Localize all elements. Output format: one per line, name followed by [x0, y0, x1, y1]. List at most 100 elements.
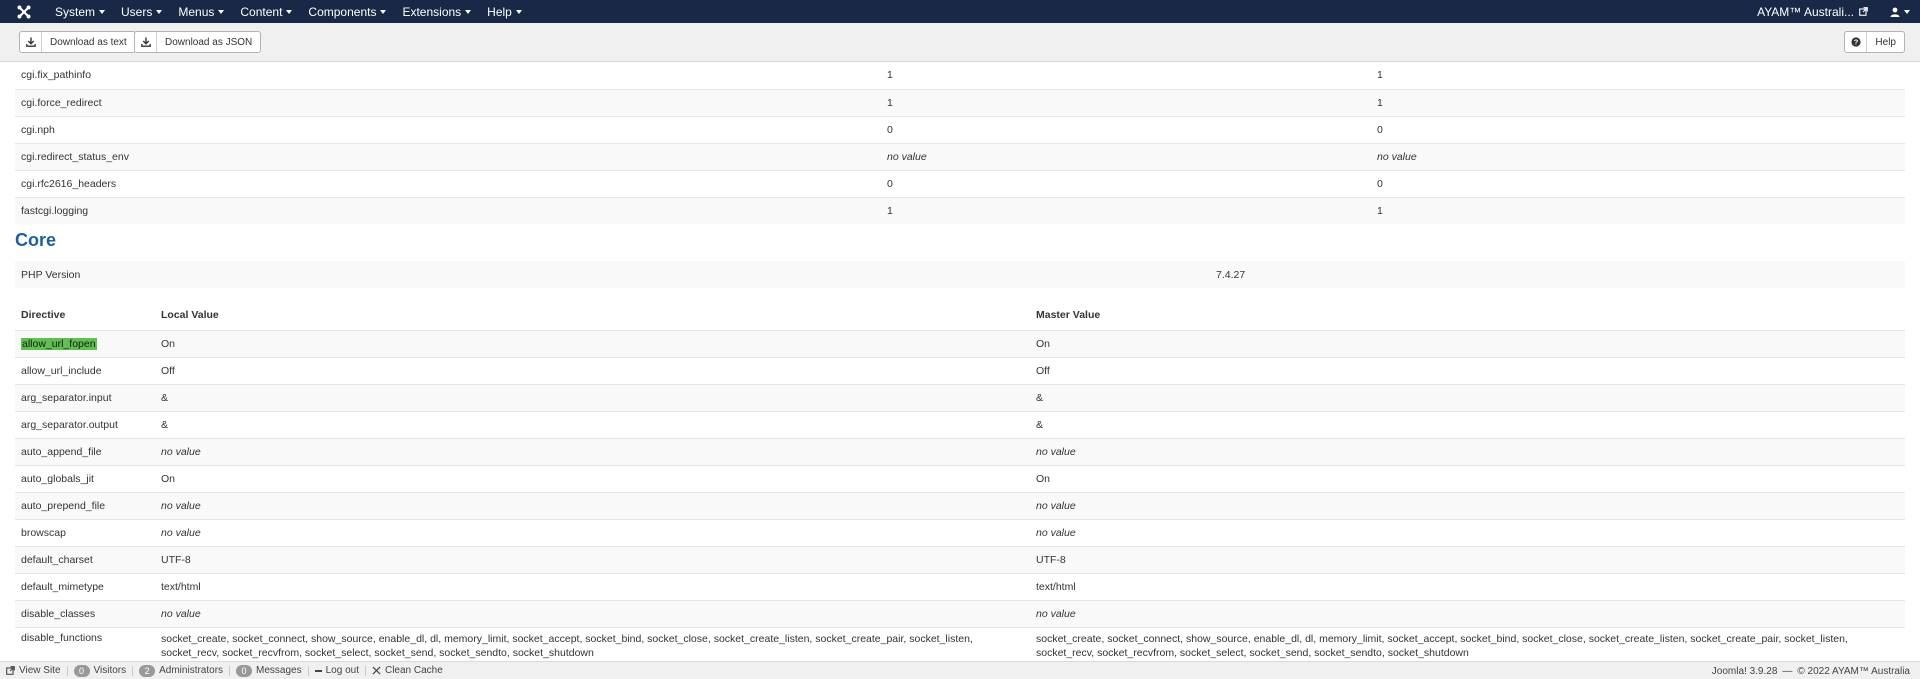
- clean-cache-link[interactable]: Clean Cache: [366, 665, 449, 676]
- minus-icon: [314, 669, 322, 672]
- help-button[interactable]: ? Help: [1844, 31, 1905, 53]
- directive-name: default_mimetype: [15, 572, 155, 600]
- master-value: socket_create, socket_connect, show_sour…: [1030, 626, 1905, 660]
- master-value: no value: [1030, 599, 1905, 627]
- header-master-value: Master Value: [1036, 308, 1101, 321]
- messages-count-badge: 0: [236, 664, 253, 677]
- cgi-section: cgi.fix_pathinfo 1 1 cgi.force_redirect …: [15, 62, 1905, 224]
- menu-help-label: Help: [487, 4, 512, 19]
- directive-name: cgi.rfc2616_headers: [15, 169, 881, 197]
- view-site-label: View Site: [19, 665, 61, 676]
- question-circle-icon: ?: [1845, 32, 1868, 52]
- master-value: Off: [1030, 356, 1905, 384]
- main-menu: System Users Menus Content Components Ex…: [47, 0, 530, 23]
- caret-down-icon: [1904, 9, 1910, 14]
- menu-content[interactable]: Content: [232, 0, 300, 23]
- navbar-right: AYAM™ Australi...: [1757, 0, 1910, 23]
- table-row: disable_classes no value no value: [15, 599, 1905, 627]
- messages-label: Messages: [256, 665, 302, 676]
- menu-components[interactable]: Components: [300, 0, 394, 23]
- menu-users-label: Users: [121, 4, 153, 19]
- table-row: default_mimetype text/html text/html: [15, 572, 1905, 600]
- local-value: no value: [881, 142, 1371, 170]
- logout-link[interactable]: Log out: [309, 665, 365, 676]
- master-value: 1: [1371, 196, 1905, 224]
- master-value: &: [1030, 383, 1905, 411]
- master-value: UTF-8: [1030, 545, 1905, 573]
- download-icon: [135, 32, 157, 52]
- directive-name: auto_globals_jit: [15, 464, 155, 492]
- download-text-button[interactable]: Download as text: [19, 31, 136, 53]
- menu-menus[interactable]: Menus: [170, 0, 232, 23]
- core-directives-section: Directive Local Value Master Value allow…: [15, 300, 1905, 660]
- caret-down-icon: [218, 9, 225, 14]
- local-value: no value: [155, 599, 1030, 627]
- view-site-link[interactable]: View Site: [0, 665, 67, 676]
- site-link[interactable]: AYAM™ Australi...: [1757, 5, 1868, 19]
- caret-down-icon: [465, 9, 472, 14]
- section-title-core: Core: [15, 230, 57, 250]
- caret-down-icon: [286, 9, 293, 14]
- table-row: arg_separator.input & &: [15, 383, 1905, 411]
- download-json-label: Download as JSON: [165, 36, 253, 48]
- menu-help[interactable]: Help: [479, 0, 530, 23]
- table-header-row: Directive Local Value Master Value: [15, 300, 1905, 330]
- table-row: cgi.force_redirect 1 1: [15, 88, 1905, 116]
- table-row: auto_prepend_file no value no value: [15, 491, 1905, 519]
- php-version-section: PHP Version 7.4.27: [15, 261, 1905, 288]
- status-bar: View Site 0 Visitors 2 Administrators 0 …: [0, 661, 1920, 679]
- local-value: socket_create, socket_connect, show_sour…: [155, 626, 1030, 660]
- menu-components-label: Components: [308, 4, 377, 19]
- clean-cache-label: Clean Cache: [384, 665, 443, 676]
- master-value: no value: [1030, 437, 1905, 465]
- caret-down-icon: [380, 9, 387, 14]
- table-row: PHP Version 7.4.27: [15, 261, 1905, 288]
- caret-down-icon: [156, 9, 163, 14]
- local-value: no value: [155, 437, 1030, 465]
- top-navbar: System Users Menus Content Components Ex…: [0, 0, 1920, 23]
- user-icon: [1890, 7, 1900, 17]
- directive-name: cgi.nph: [15, 115, 881, 143]
- directive-name: disable_functions: [15, 626, 155, 660]
- master-value: 0: [1371, 169, 1905, 197]
- master-value: 0: [1371, 115, 1905, 143]
- directive-name: allow_url_include: [15, 356, 155, 384]
- local-value: 0: [881, 115, 1371, 143]
- directive-name: auto_prepend_file: [15, 491, 155, 519]
- master-value: 1: [1377, 69, 1383, 82]
- menu-system-label: System: [55, 4, 96, 19]
- caret-down-icon: [515, 9, 522, 14]
- table-row: allow_url_fopen On On: [15, 329, 1905, 357]
- site-name: AYAM™ Australi...: [1757, 4, 1854, 19]
- local-value: text/html: [155, 572, 1030, 600]
- visitors-count-badge: 0: [73, 664, 90, 677]
- messages-link[interactable]: 0 Messages: [230, 664, 308, 677]
- external-link-icon: [1859, 7, 1868, 16]
- broom-icon: [372, 666, 381, 675]
- header-directive: Directive: [21, 308, 66, 321]
- user-menu[interactable]: [1890, 7, 1910, 17]
- administrators-label: Administrators: [159, 665, 224, 676]
- directive-name: cgi.redirect_status_env: [15, 142, 881, 170]
- local-value: 0: [881, 169, 1371, 197]
- download-text-label: Download as text: [50, 36, 127, 48]
- table-row: cgi.fix_pathinfo 1 1: [15, 62, 1905, 89]
- master-value: On: [1030, 329, 1905, 357]
- caret-down-icon: [99, 9, 106, 14]
- menu-system[interactable]: System: [47, 0, 113, 23]
- directive-name: cgi.fix_pathinfo: [21, 69, 92, 82]
- menu-users[interactable]: Users: [113, 0, 170, 23]
- separator-dash: —: [1782, 665, 1793, 677]
- logout-label: Log out: [325, 665, 359, 676]
- menu-extensions-label: Extensions: [402, 4, 462, 19]
- header-local-value: Local Value: [161, 308, 219, 321]
- table-row: allow_url_include Off Off: [15, 356, 1905, 384]
- table-row: cgi.redirect_status_env no value no valu…: [15, 142, 1905, 170]
- menu-extensions[interactable]: Extensions: [394, 0, 479, 23]
- local-value: &: [155, 410, 1030, 438]
- download-json-button[interactable]: Download as JSON: [134, 31, 262, 53]
- visitors-status: 0 Visitors: [68, 664, 133, 677]
- master-value: On: [1030, 464, 1905, 492]
- external-link-icon: [6, 666, 15, 675]
- joomla-logo-icon[interactable]: [11, 0, 37, 23]
